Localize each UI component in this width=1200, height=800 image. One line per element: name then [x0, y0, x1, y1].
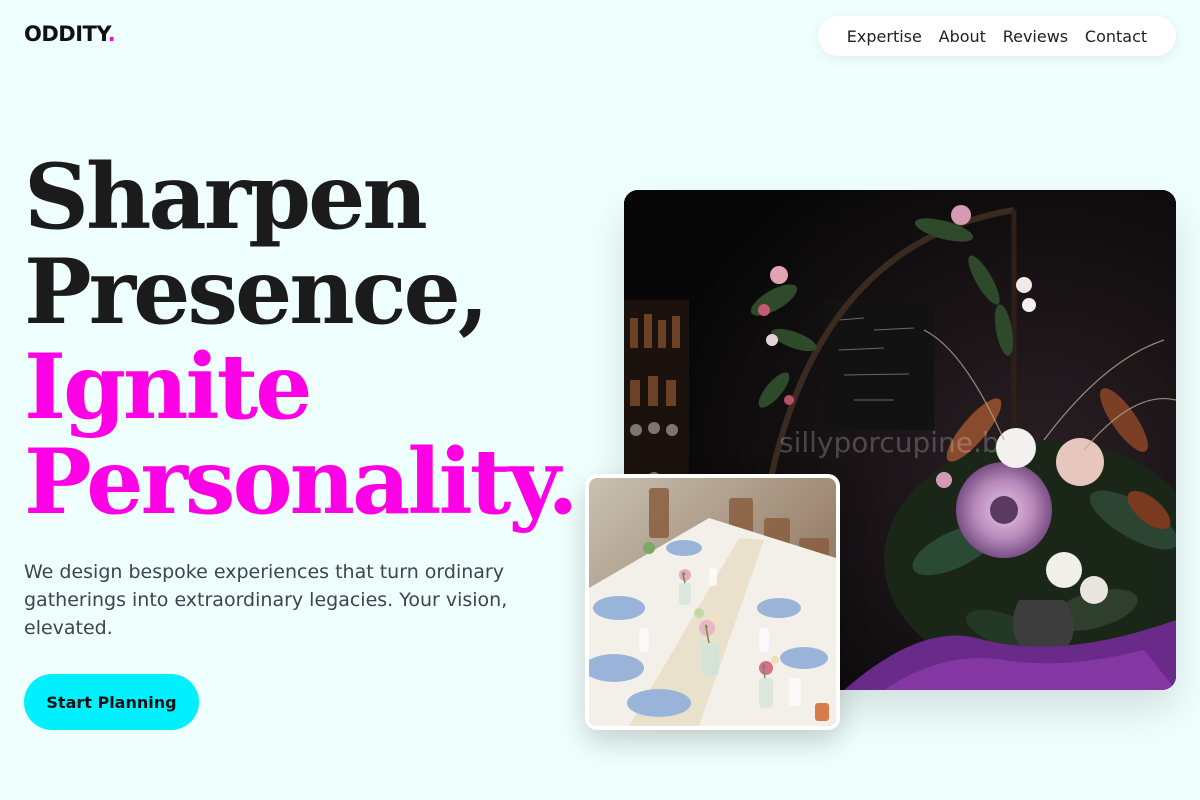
- brand-logo[interactable]: ODDITY.: [24, 22, 116, 46]
- headline-line-4: Personality.: [24, 429, 579, 535]
- top-nav: Expertise About Reviews Contact: [818, 16, 1176, 56]
- nav-item-reviews[interactable]: Reviews: [1003, 27, 1068, 46]
- start-planning-button[interactable]: Start Planning: [24, 674, 199, 730]
- image-watermark: sillyporcupine.b: [779, 426, 1000, 459]
- headline-line-1: Sharpen: [24, 144, 428, 250]
- hero-subtext: We design bespoke experiences that turn …: [24, 561, 508, 639]
- headline-line-3: Ignite: [24, 334, 312, 440]
- table-setting-illustration: [589, 478, 836, 726]
- brand-name: ODDITY: [24, 22, 108, 46]
- brand-dot: .: [107, 22, 116, 46]
- table-setting-image: [585, 474, 840, 730]
- nav-item-contact[interactable]: Contact: [1085, 27, 1147, 46]
- nav-item-expertise[interactable]: Expertise: [847, 27, 922, 46]
- headline-line-2: Presence,: [24, 239, 489, 345]
- hero-headline: Sharpen Presence, Ignite Personality.: [24, 144, 579, 535]
- nav-item-about[interactable]: About: [939, 27, 986, 46]
